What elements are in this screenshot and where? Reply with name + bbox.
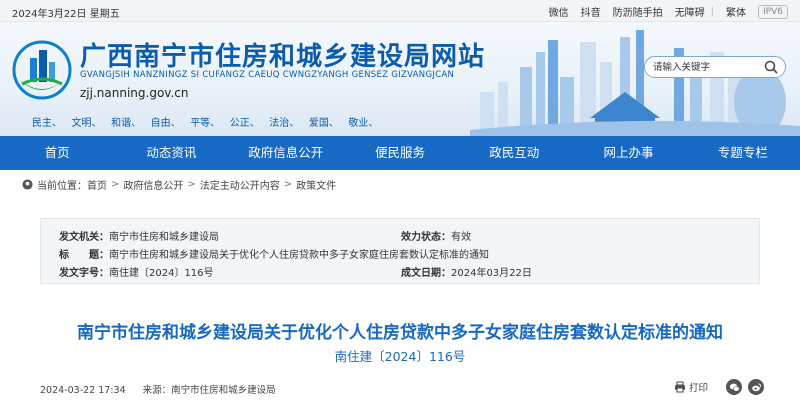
docno-value: 南住建〔2024〕116号 [109, 267, 214, 279]
search-input[interactable] [653, 60, 763, 75]
breadcrumb-separator: > [187, 178, 196, 190]
issuer-row: 发文机关： 南宁市住房和城乡建设局 [59, 227, 219, 243]
accessibility-link[interactable]: 无障碍 [675, 4, 705, 19]
status-value: 有效 [451, 231, 471, 243]
search-box [644, 56, 786, 78]
breadcrumb-label: 当前位置： [37, 180, 87, 192]
traditional-chinese-link[interactable]: 繁体 [726, 4, 746, 19]
core-value: 自由、 [150, 118, 181, 129]
core-value: 和谐、 [111, 118, 142, 129]
weibo-glyph-icon [751, 382, 761, 391]
core-value: 敬业、 [348, 118, 379, 129]
nav-online-affairs[interactable]: 网上办事 [571, 136, 685, 170]
core-values: 民主、 文明、 和谐、 自由、 平等、 公正、 法治、 爱国、 敬业、 [32, 114, 378, 129]
publish-time: 2024-03-22 17:34 [40, 385, 126, 396]
article-tools: 打印 [674, 379, 764, 395]
wechat-glyph-icon [729, 383, 740, 392]
breadcrumb-gov-info[interactable]: 政府信息公开 [123, 177, 183, 192]
article-title: 南宁市住房和城乡建设局关于优化个人住房贷款中多子女家庭住房套数认定标准的通知 [77, 323, 723, 343]
title-label: 标 题： [59, 249, 109, 261]
utility-links: 微信 抖音 防沥随手拍 无障碍 | 繁体 IPV6 [537, 4, 788, 19]
breadcrumb-policy-docs[interactable]: 政策文件 [296, 177, 336, 192]
site-title: 广西南宁市住房和城乡建设局网站 [80, 42, 486, 72]
core-value: 文明、 [71, 118, 102, 129]
site-title-pinyin: GVANGJSIH NANZNINGZ SI CUFANGZ CAEUQ CWN… [80, 70, 455, 80]
site-domain: zjj.nanning.gov.cn [80, 86, 189, 100]
core-value: 民主、 [32, 118, 62, 129]
wechat-share-icon[interactable] [726, 379, 742, 395]
wechat-link[interactable]: 微信 [549, 4, 569, 19]
nav-interaction[interactable]: 政民互动 [457, 136, 571, 170]
breadcrumb-separator: > [283, 178, 293, 190]
core-value: 爱国、 [308, 118, 339, 129]
report-link[interactable]: 防沥随手拍 [613, 4, 663, 19]
main-navigation: 首页 动态资讯 政府信息公开 便民服务 政民互动 网上办事 专题专栏 [0, 136, 800, 170]
source-value: 南宁市住房和城乡建设局 [171, 385, 276, 396]
print-button[interactable]: 打印 [689, 380, 708, 394]
nav-news[interactable]: 动态资讯 [114, 136, 228, 170]
article-info: 2024-03-22 17:34 来源：南宁市住房和城乡建设局 [40, 382, 276, 396]
breadcrumb-public-content[interactable]: 法定主动公开内容 [200, 177, 280, 192]
site-logo-icon [12, 40, 72, 100]
date-row: 成文日期： 2024年03月22日 [401, 263, 532, 279]
current-date: 2024年3月22日 星期五 [12, 9, 120, 20]
ipv6-badge: IPV6 [758, 4, 788, 19]
location-pin-icon [22, 178, 33, 190]
core-value: 法治、 [269, 118, 300, 129]
status-row: 效力状态： 有效 [401, 227, 471, 243]
nav-topics[interactable]: 专题专栏 [686, 136, 800, 170]
breadcrumb: 当前位置： 首页 > 政府信息公开 > 法定主动公开内容 > 政策文件 [22, 176, 336, 192]
title-value: 南宁市住房和城乡建设局关于优化个人住房贷款中多子女家庭住房套数认定标准的通知 [109, 249, 489, 261]
site-banner: 广西南宁市住房和城乡建设局网站 GVANGJSIH NANZNINGZ SI C… [0, 22, 800, 136]
printer-icon[interactable] [674, 381, 686, 393]
breadcrumb-home[interactable]: 首页 [87, 177, 107, 192]
nav-services[interactable]: 便民服务 [343, 136, 457, 170]
search-icon[interactable] [764, 60, 778, 74]
date-value: 2024年03月22日 [451, 267, 532, 279]
status-label: 效力状态： [401, 231, 451, 243]
breadcrumb-separator: > [111, 178, 120, 190]
date-label: 成文日期： [401, 267, 451, 279]
source-label: 来源： [142, 385, 172, 396]
core-value: 公正、 [229, 118, 260, 129]
issuer-label: 发文机关： [59, 231, 109, 243]
city-skyline-illustration [470, 30, 800, 136]
title-row: 标 题： 南宁市住房和城乡建设局关于优化个人住房贷款中多子女家庭住房套数认定标准… [59, 245, 489, 261]
top-utility-bar: 2024年3月22日 星期五 微信 抖音 防沥随手拍 无障碍 | 繁体 IPV6 [0, 0, 800, 22]
douyin-link[interactable]: 抖音 [581, 4, 601, 19]
docno-label: 发文字号： [59, 267, 109, 279]
issuer-value: 南宁市住房和城乡建设局 [109, 231, 219, 243]
article-doc-number: 南住建〔2024〕116号 [334, 349, 466, 364]
document-metadata-panel: 发文机关： 南宁市住房和城乡建设局 效力状态： 有效 标 题： 南宁市住房和城乡… [40, 218, 760, 284]
weibo-share-icon[interactable] [748, 379, 764, 395]
nav-home[interactable]: 首页 [0, 136, 114, 170]
divider: | [710, 6, 715, 17]
core-value: 平等、 [190, 118, 221, 129]
nav-gov-info[interactable]: 政府信息公开 [229, 136, 343, 170]
docno-row: 发文字号： 南住建〔2024〕116号 [59, 263, 214, 279]
